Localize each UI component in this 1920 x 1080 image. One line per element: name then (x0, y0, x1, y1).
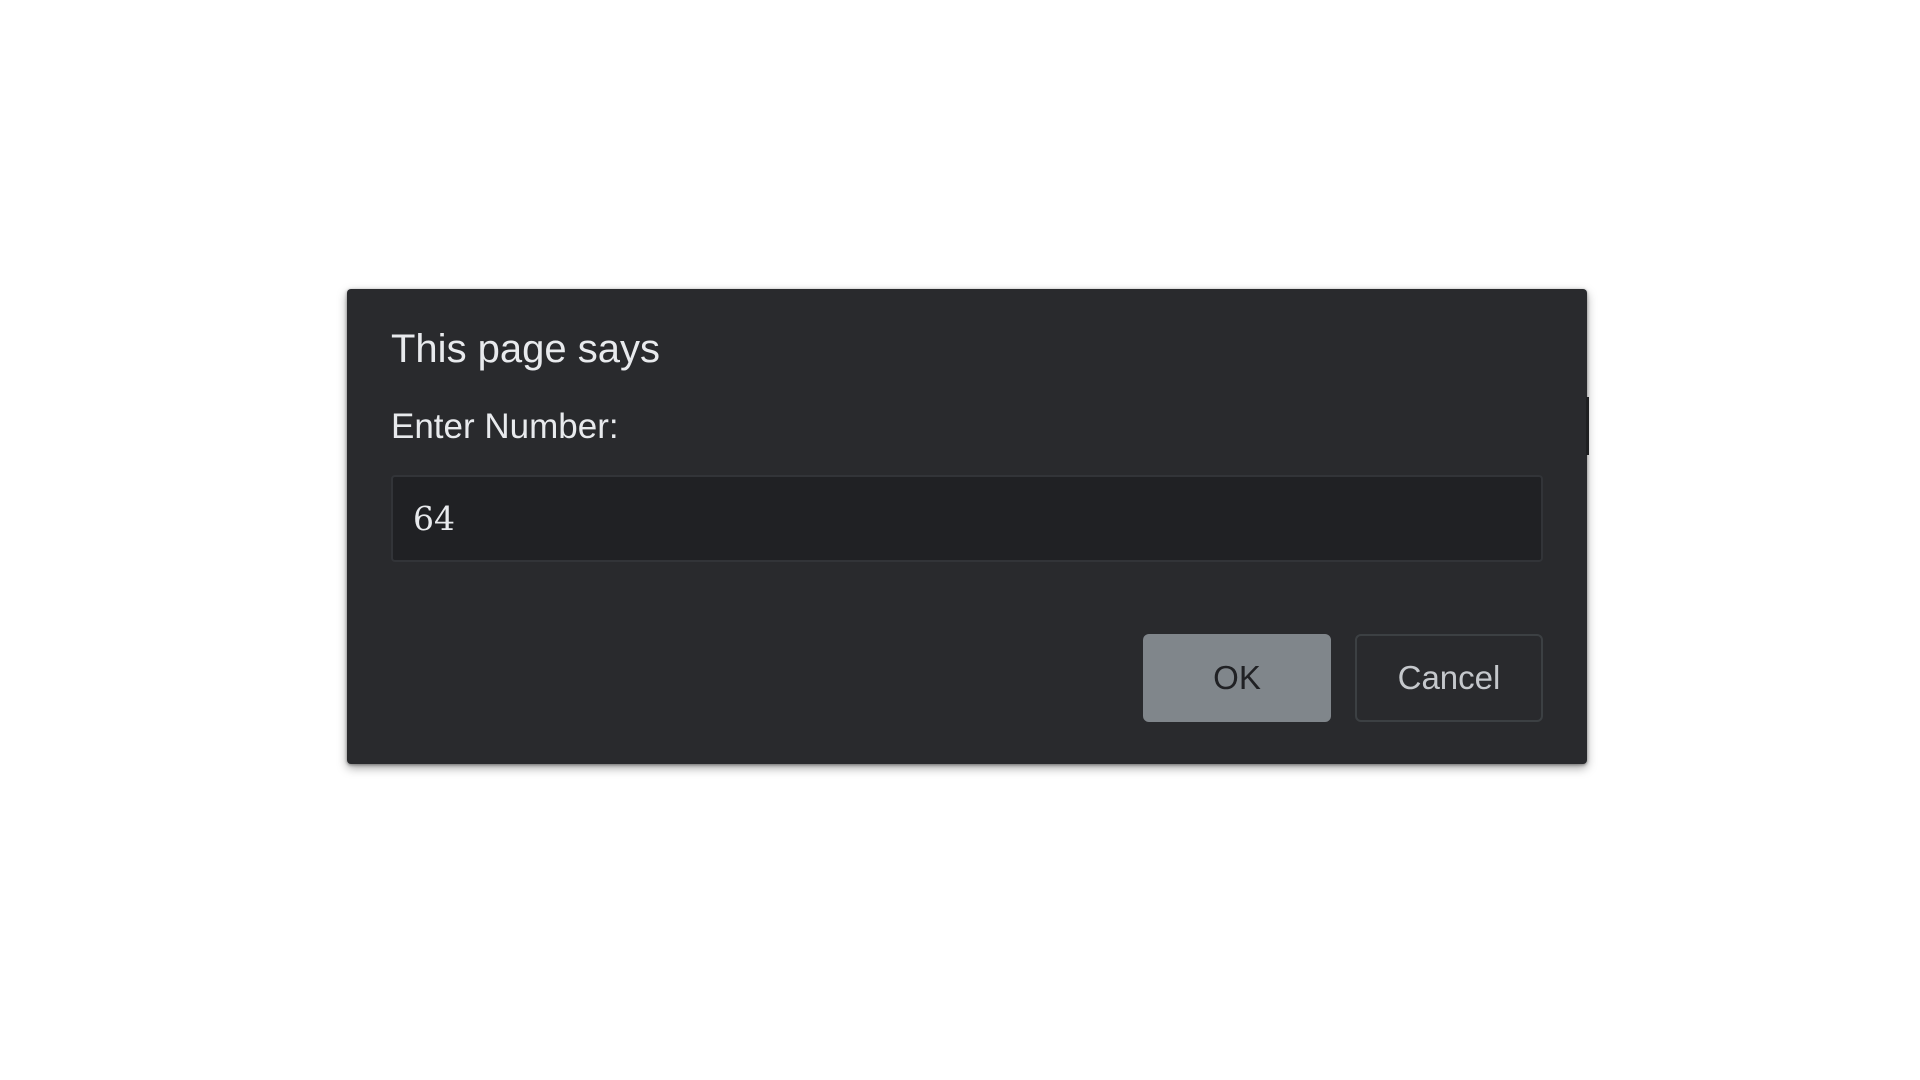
ok-button[interactable]: OK (1143, 634, 1331, 722)
dialog-button-row: OK Cancel (1143, 634, 1543, 722)
cancel-button[interactable]: Cancel (1355, 634, 1543, 722)
dialog-title: This page says (391, 327, 661, 371)
dialog-message: Enter Number: (391, 407, 619, 446)
page-background: This page says Enter Number: OK Cancel (0, 0, 1920, 1080)
prompt-dialog: This page says Enter Number: OK Cancel (347, 289, 1589, 764)
dialog-edge-marker (1586, 397, 1589, 455)
number-input[interactable] (391, 475, 1543, 562)
